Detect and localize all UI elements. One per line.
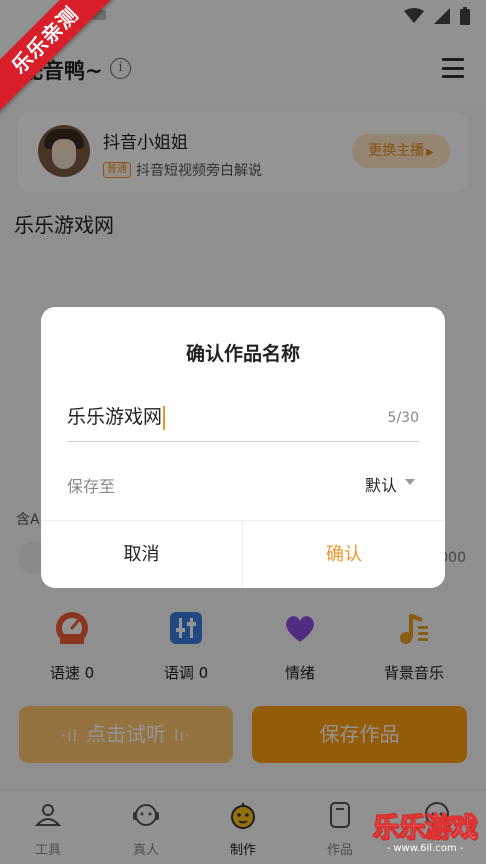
text-caret <box>163 405 166 430</box>
corner-ribbon: 乐乐亲测 <box>0 0 120 120</box>
save-to-select[interactable]: 默认 <box>365 472 397 496</box>
save-to-label: 保存至 <box>67 477 116 496</box>
confirm-button[interactable]: 确认 <box>243 521 445 588</box>
confirm-name-dialog: 确认作品名称 乐乐游戏网 5/30 保存至 默认 取消 确认 <box>41 307 445 588</box>
work-name-value: 乐乐游戏网 <box>67 406 163 428</box>
dropdown-arrow-icon[interactable] <box>405 479 415 485</box>
char-count: 5/30 <box>387 410 419 426</box>
watermark-title: 乐乐游戏 <box>373 813 479 845</box>
ribbon-label: 乐乐亲测 <box>0 0 118 113</box>
cancel-button[interactable]: 取消 <box>41 521 242 588</box>
work-name-input[interactable]: 乐乐游戏网 <box>67 403 367 431</box>
dialog-title: 确认作品名称 <box>185 343 300 365</box>
input-underline <box>67 441 419 442</box>
site-watermark: 乐乐游戏 - www.6ll.com - <box>366 806 484 862</box>
